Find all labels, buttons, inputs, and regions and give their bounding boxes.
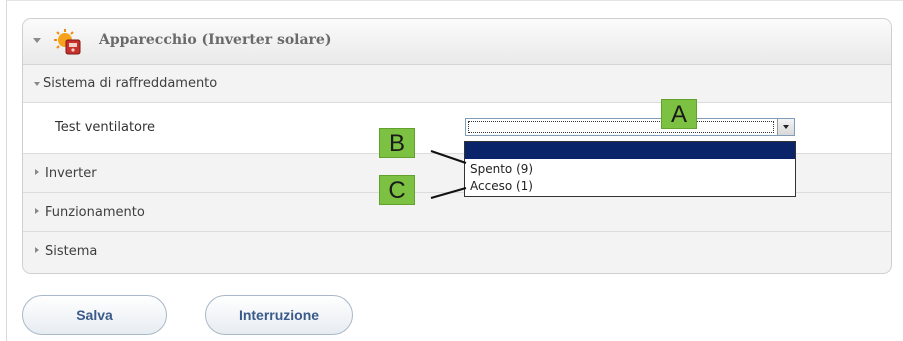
- callout-c: C: [379, 175, 415, 205]
- chevron-down-icon: [783, 125, 789, 129]
- section-inverter-label: Inverter: [45, 166, 97, 181]
- collapsed-arrow-icon: [35, 247, 39, 253]
- section-cooling-system[interactable]: Sistema di raffreddamento: [23, 65, 891, 103]
- collapse-arrow-icon[interactable]: [33, 38, 41, 43]
- dropdown-option-on[interactable]: Acceso (1): [465, 178, 795, 195]
- callout-b: B: [379, 128, 415, 158]
- section-operation-label: Funzionamento: [45, 205, 145, 220]
- device-panel-title: Apparecchio (Inverter solare): [99, 32, 332, 48]
- solar-inverter-icon: [54, 29, 81, 55]
- select-dropdown-button[interactable]: [777, 119, 794, 135]
- collapsed-arrow-icon: [35, 208, 39, 214]
- dropdown-option-off[interactable]: Spento (9): [465, 161, 795, 178]
- device-panel-header[interactable]: Apparecchio (Inverter solare): [23, 19, 891, 65]
- cancel-button[interactable]: Interruzione: [205, 295, 353, 335]
- expanded-arrow-icon: [34, 82, 40, 86]
- fan-test-label: Test ventilatore: [55, 120, 156, 135]
- dropdown-option-empty[interactable]: [465, 142, 795, 159]
- section-operation[interactable]: Funzionamento: [23, 193, 891, 232]
- callout-a: A: [661, 99, 697, 129]
- section-system-label: Sistema: [45, 244, 98, 259]
- select-focus-ring: [468, 121, 774, 133]
- collapsed-arrow-icon: [35, 169, 39, 175]
- section-system[interactable]: Sistema: [23, 232, 891, 273]
- save-button[interactable]: Salva: [22, 295, 167, 335]
- fan-test-select[interactable]: [465, 118, 795, 136]
- fan-test-dropdown-list: Spento (9) Acceso (1): [464, 141, 796, 197]
- section-cooling-system-label: Sistema di raffreddamento: [43, 76, 218, 91]
